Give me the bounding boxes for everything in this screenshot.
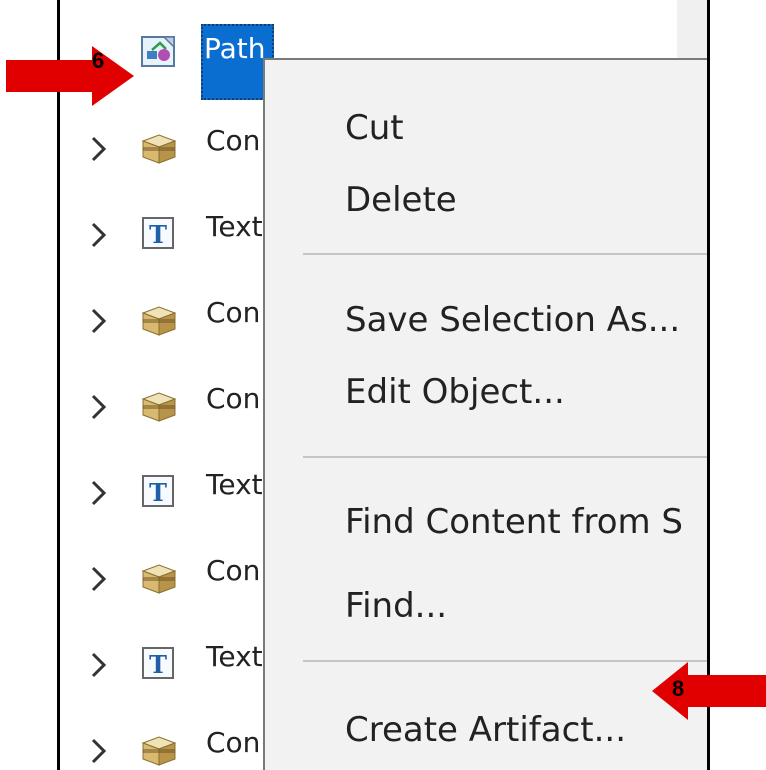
tree-item-container[interactable]: Con bbox=[60, 550, 270, 610]
tree-item-text[interactable]: T Text bbox=[60, 636, 270, 696]
menu-item-delete[interactable]: Delete bbox=[345, 180, 457, 220]
chevron-right-icon[interactable] bbox=[90, 738, 108, 764]
callout-arrow-left-icon bbox=[652, 662, 766, 720]
callout-number: 8 bbox=[672, 676, 685, 701]
chevron-right-icon[interactable] bbox=[90, 308, 108, 334]
container-icon bbox=[140, 300, 178, 338]
svg-text:T: T bbox=[149, 220, 167, 249]
menu-separator bbox=[303, 253, 707, 255]
text-t-icon: T bbox=[140, 644, 178, 682]
menu-item-cut[interactable]: Cut bbox=[345, 108, 404, 148]
tree-item-label: Con bbox=[206, 296, 261, 329]
tree-item-label: Con bbox=[206, 554, 261, 587]
tree-item-container[interactable]: Con bbox=[60, 378, 270, 438]
menu-item-find-content-from[interactable]: Find Content from S bbox=[345, 502, 683, 542]
callout-arrow-right-icon bbox=[6, 46, 134, 106]
panel-header-strip bbox=[677, 0, 707, 62]
tree-item-label: Text bbox=[206, 210, 263, 243]
chevron-right-icon[interactable] bbox=[90, 136, 108, 162]
chevron-right-icon[interactable] bbox=[90, 222, 108, 248]
context-menu: Cut Delete Save Selection As... Edit Obj… bbox=[263, 58, 707, 770]
chevron-right-icon[interactable] bbox=[90, 394, 108, 420]
tree-item-label: Con bbox=[206, 124, 261, 157]
tree-item-container[interactable]: Con bbox=[60, 120, 270, 180]
menu-separator bbox=[303, 660, 707, 662]
text-t-icon: T bbox=[140, 214, 178, 252]
tree-item-text[interactable]: T Text bbox=[60, 464, 270, 524]
menu-item-create-artifact[interactable]: Create Artifact... bbox=[345, 710, 626, 750]
svg-text:T: T bbox=[149, 650, 167, 679]
container-icon bbox=[140, 558, 178, 596]
path-object-icon bbox=[140, 32, 178, 70]
tree-item-label: Text bbox=[206, 468, 263, 501]
menu-item-save-selection-as[interactable]: Save Selection As... bbox=[345, 300, 680, 340]
tree-item-container[interactable]: Con bbox=[60, 292, 270, 352]
tags-panel: Path Con T Text Con Con T Text Con T Tex… bbox=[57, 0, 710, 770]
menu-separator bbox=[303, 456, 707, 458]
tree-item-label: Text bbox=[206, 640, 263, 673]
tree-item-label: Con bbox=[206, 726, 261, 759]
tree-item-label: Con bbox=[206, 382, 261, 415]
tree-item-text[interactable]: T Text bbox=[60, 206, 270, 266]
menu-item-edit-object[interactable]: Edit Object... bbox=[345, 372, 565, 412]
chevron-right-icon[interactable] bbox=[90, 480, 108, 506]
menu-item-find[interactable]: Find... bbox=[345, 586, 447, 626]
svg-text:T: T bbox=[149, 478, 167, 507]
container-icon bbox=[140, 386, 178, 424]
callout-number: 6 bbox=[92, 48, 105, 73]
chevron-right-icon[interactable] bbox=[90, 652, 108, 678]
container-icon bbox=[140, 730, 178, 768]
container-icon bbox=[140, 128, 178, 166]
chevron-right-icon[interactable] bbox=[90, 566, 108, 592]
text-t-icon: T bbox=[140, 472, 178, 510]
tree-item-container[interactable]: Con bbox=[60, 722, 270, 770]
